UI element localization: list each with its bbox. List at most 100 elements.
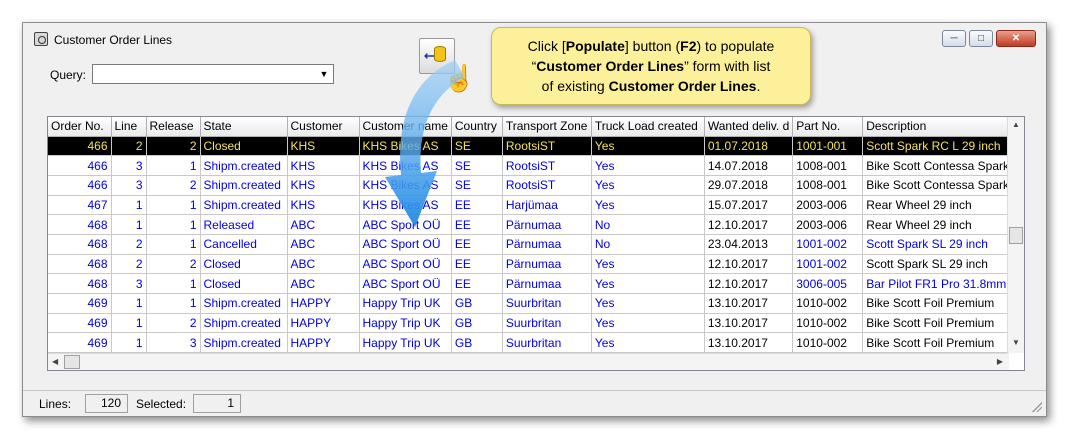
scroll-down-icon[interactable]: ▼ — [1012, 338, 1020, 347]
table-cell: 3 — [146, 332, 201, 354]
column-header[interactable]: Country — [451, 117, 503, 137]
table-cell: Suurbritan — [502, 332, 592, 354]
table-row[interactable]: 468 2 2 Closed ABC ABC Sport OÜ EE Pärnumaa Yes 1… — [48, 254, 1021, 275]
column-header[interactable]: Release — [146, 117, 201, 137]
table-cell: KHS Bikes AS — [359, 175, 452, 196]
table-cell: 3 — [111, 155, 147, 176]
table-cell: Suurbritan — [502, 293, 592, 314]
table-cell: 468 — [48, 254, 112, 275]
table-cell: 1008-001 — [792, 155, 864, 176]
table-cell: No — [591, 214, 705, 235]
maximize-button[interactable]: □ — [969, 30, 993, 47]
column-header[interactable]: Order No. — [48, 117, 112, 137]
table-cell: No — [591, 234, 705, 255]
table-cell: RootsiST — [502, 175, 592, 196]
table-row[interactable]: 468 3 1 Closed ABC ABC Sport OÜ EE Pärnumaa Yes 1… — [48, 273, 1021, 294]
table-cell: 2 — [146, 313, 201, 334]
table-cell: GB — [451, 313, 503, 334]
table-cell: Closed — [200, 273, 288, 294]
table-cell: 2 — [111, 254, 147, 275]
table-cell: 23.04.2013 — [704, 234, 794, 255]
close-icon: ✕ — [1011, 33, 1021, 44]
column-header[interactable]: Transport Zone — [502, 117, 592, 137]
table-cell: 466 — [48, 175, 112, 196]
selected-label: Selected: — [136, 397, 187, 411]
hand-pointer-icon: ☝ — [443, 63, 476, 93]
table-cell: 1010-002 — [792, 332, 864, 354]
column-header[interactable]: Description — [862, 117, 1021, 137]
table-row[interactable]: 469 1 2 Shipm.created HAPPY Happy Trip UK GB Su… — [48, 313, 1021, 334]
table-cell: 2 — [146, 254, 201, 275]
vertical-scroll-thumb[interactable] — [1009, 227, 1023, 244]
table-cell: Bike Scott Foil Premium — [862, 332, 1021, 354]
table-row[interactable]: 469 1 3 Shipm.created HAPPY Happy Trip UK GB Su… — [48, 332, 1021, 354]
table-cell: 2 — [146, 136, 201, 157]
horizontal-scroll-thumb[interactable] — [64, 355, 80, 369]
table-cell: 13.10.2017 — [704, 293, 794, 314]
status-bar: Lines: 120 Selected: 1 — [23, 390, 1046, 416]
table-cell: KHS — [287, 175, 360, 196]
table-cell: Rear Wheel 29 inch — [862, 195, 1021, 216]
resize-grip-icon[interactable] — [1032, 402, 1042, 412]
query-select[interactable]: ▼ — [92, 64, 334, 84]
column-header[interactable]: Line — [111, 117, 147, 137]
table-cell: Yes — [591, 273, 705, 294]
table-cell: 1 — [146, 155, 201, 176]
window-title: Customer Order Lines — [54, 33, 173, 47]
minimize-button[interactable]: ─ — [942, 30, 966, 47]
scroll-left-icon[interactable]: ◀ — [52, 357, 58, 366]
table-cell: EE — [451, 195, 503, 216]
column-header[interactable]: Wanted deliv. d — [704, 117, 794, 137]
table-cell: EE — [451, 273, 503, 294]
table-cell: 14.07.2018 — [704, 155, 794, 176]
selected-count: 1 — [193, 394, 241, 413]
chevron-down-icon[interactable]: ▼ — [316, 66, 332, 82]
column-header[interactable]: Part No. — [792, 117, 864, 137]
order-lines-grid[interactable]: Order No. Line Release State Customer Custome… — [47, 116, 1025, 371]
table-cell: Rear Wheel 29 inch — [862, 214, 1021, 235]
tooltip-line-2: “Customer Order Lines” form with list — [531, 58, 771, 74]
table-row[interactable]: 469 1 1 Shipm.created HAPPY Happy Trip UK GB Su… — [48, 293, 1021, 314]
column-header[interactable]: Customer name — [359, 117, 452, 137]
table-cell: 2003-006 — [792, 195, 864, 216]
instruction-tooltip: Click [Populate] button (F2) to populate… — [491, 27, 811, 105]
vertical-scrollbar[interactable]: ▲ ▼ — [1007, 117, 1024, 353]
table-cell: Suurbritan — [502, 313, 592, 334]
table-cell: Bike Scott Foil Premium — [862, 313, 1021, 334]
query-label: Query: — [50, 68, 87, 82]
table-row[interactable]: 467 1 1 Shipm.created KHS KHS Bikes AS EE Harjü… — [48, 195, 1021, 216]
close-button[interactable]: ✕ — [996, 30, 1036, 47]
column-header[interactable]: Truck Load created — [591, 117, 705, 137]
table-cell: EE — [451, 214, 503, 235]
table-row-selected[interactable]: 466 2 2 Closed KHS KHS Bikes AS SE RootsiST Yes 0… — [48, 136, 1021, 157]
table-row[interactable]: 466 3 2 Shipm.created KHS KHS Bikes AS SE Roots… — [48, 175, 1021, 196]
table-cell: Happy Trip UK — [359, 293, 452, 314]
table-cell: 2 — [146, 175, 201, 196]
column-header[interactable]: State — [200, 117, 288, 137]
table-cell: EE — [451, 234, 503, 255]
table-cell: Yes — [591, 136, 705, 157]
table-cell: 1 — [146, 214, 201, 235]
table-cell: 469 — [48, 293, 112, 314]
tooltip-line-3: of existing Customer Order Lines. — [541, 78, 761, 94]
column-header[interactable]: Customer — [287, 117, 360, 137]
table-cell: HAPPY — [287, 293, 360, 314]
scroll-right-icon[interactable]: ▶ — [997, 357, 1003, 366]
table-cell: 12.10.2017 — [704, 254, 794, 275]
table-row[interactable]: 468 2 1 Cancelled ABC ABC Sport OÜ EE Pärnumaa N… — [48, 234, 1021, 255]
table-cell: KHS Bikes AS — [359, 195, 452, 216]
table-cell: 2 — [111, 234, 147, 255]
table-cell: ABC — [287, 273, 360, 294]
table-cell: 01.07.2018 — [704, 136, 794, 157]
table-cell: 466 — [48, 155, 112, 176]
table-cell: 29.07.2018 — [704, 175, 794, 196]
table-cell: HAPPY — [287, 313, 360, 334]
horizontal-scrollbar[interactable]: ◀ ▶ — [48, 353, 1009, 370]
table-row[interactable]: 466 3 1 Shipm.created KHS KHS Bikes AS SE Roots… — [48, 155, 1021, 176]
table-row[interactable]: 468 1 1 Released ABC ABC Sport OÜ EE Pärnumaa No… — [48, 214, 1021, 235]
scroll-up-icon[interactable]: ▲ — [1012, 120, 1020, 129]
table-cell: Pärnumaa — [502, 214, 592, 235]
table-cell: HAPPY — [287, 332, 360, 354]
table-cell: Happy Trip UK — [359, 332, 452, 354]
table-cell: 1 — [146, 195, 201, 216]
